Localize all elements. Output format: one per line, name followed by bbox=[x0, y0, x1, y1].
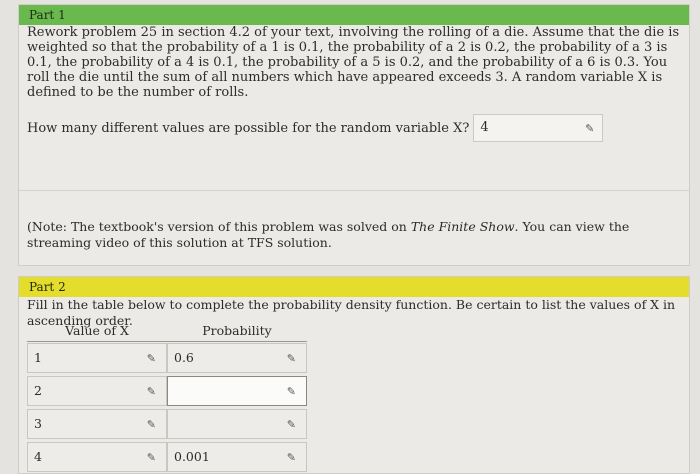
value-x-input[interactable]: 2 ✎ bbox=[27, 375, 167, 406]
table-row: 2 ✎ ✎ bbox=[27, 374, 307, 407]
pencil-icon[interactable]: ✎ bbox=[287, 352, 296, 365]
part2-header: Part 2 bbox=[19, 277, 689, 297]
pencil-icon[interactable]: ✎ bbox=[585, 122, 594, 135]
divider bbox=[19, 190, 689, 191]
pencil-icon[interactable]: ✎ bbox=[147, 352, 156, 365]
pencil-icon[interactable]: ✎ bbox=[287, 418, 296, 431]
probability-input[interactable]: ✎ bbox=[167, 375, 307, 406]
part1-panel: Part 1 Rework problem 25 in section 4.2 … bbox=[18, 4, 690, 266]
problem-text: Rework problem 25 in section 4.2 of your… bbox=[27, 25, 680, 100]
value-x-input[interactable]: 1 ✎ bbox=[27, 342, 167, 373]
table-row: 3 ✎ ✎ bbox=[27, 407, 307, 440]
part1-header: Part 1 bbox=[19, 5, 689, 25]
pencil-icon[interactable]: ✎ bbox=[287, 385, 296, 398]
column-header-probability: Probability bbox=[167, 321, 307, 342]
column-header-value: Value of X bbox=[27, 321, 167, 342]
pencil-icon[interactable]: ✎ bbox=[287, 451, 296, 464]
probability-input[interactable]: ✎ bbox=[167, 408, 307, 439]
table-row: 4 ✎ 0.001 ✎ bbox=[27, 440, 307, 473]
pencil-icon[interactable]: ✎ bbox=[147, 385, 156, 398]
probability-input[interactable]: 0.001 ✎ bbox=[167, 441, 307, 472]
question-row: How many different values are possible f… bbox=[19, 114, 689, 142]
pencil-icon[interactable]: ✎ bbox=[147, 451, 156, 464]
answer-input[interactable]: 4 ✎ bbox=[473, 114, 604, 142]
table-row: 1 ✎ 0.6 ✎ bbox=[27, 341, 307, 374]
pencil-icon[interactable]: ✎ bbox=[147, 418, 156, 431]
value-x-input[interactable]: 4 ✎ bbox=[27, 441, 167, 472]
answer-value: 4 bbox=[480, 120, 489, 135]
question-text: How many different values are possible f… bbox=[27, 120, 470, 136]
note-italic: The Finite Show bbox=[410, 219, 515, 234]
part2-panel: Part 2 Fill in the table below to comple… bbox=[18, 276, 690, 474]
note-text: (Note: The textbook's version of this pr… bbox=[27, 219, 630, 250]
value-x-input[interactable]: 3 ✎ bbox=[27, 408, 167, 439]
probability-input[interactable]: 0.6 ✎ bbox=[167, 342, 307, 373]
pdf-table: Value of X Probability 1 ✎ 0.6 ✎ 2 ✎ ✎ 3 ✎ ✎… bbox=[27, 321, 307, 473]
